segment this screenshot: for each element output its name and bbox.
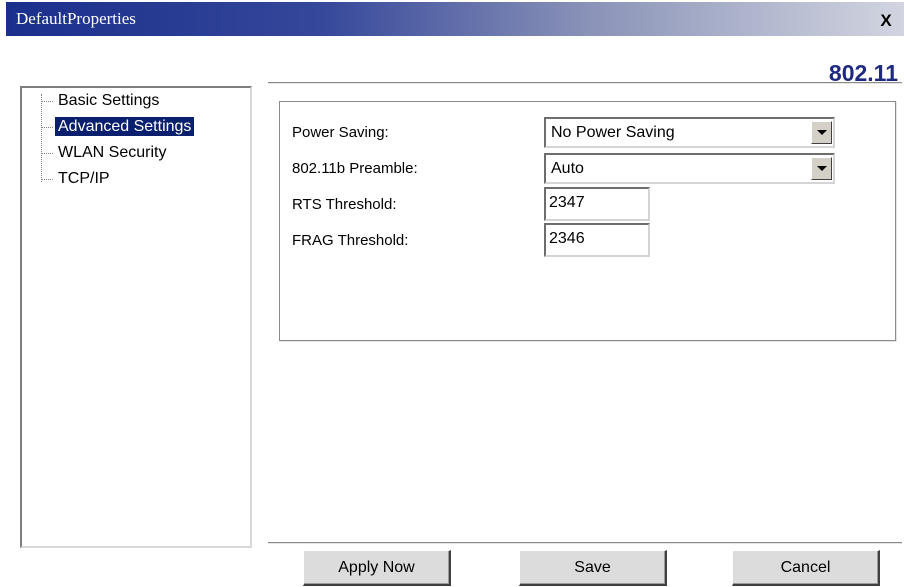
power-saving-label: Power Saving: (292, 124, 389, 141)
preamble-label: 802.11b Preamble: (292, 160, 418, 177)
settings-tree: Basic Settings Advanced Settings WLAN Se… (20, 86, 252, 548)
chevron-down-icon[interactable] (811, 157, 832, 180)
save-button[interactable]: Save (519, 550, 667, 586)
rts-threshold-value: 2347 (549, 194, 585, 211)
apply-now-button[interactable]: Apply Now (303, 550, 451, 586)
preamble-select[interactable]: Auto (544, 153, 835, 184)
power-saving-select[interactable]: No Power Saving (544, 117, 835, 148)
tree-item-label: WLAN Security (58, 144, 167, 161)
footer-divider (268, 542, 902, 544)
properties-window: DefaultProperties X 802.11 Basic Setting… (6, 2, 904, 587)
tree-item-label: TCP/IP (58, 170, 110, 187)
window-title: DefaultProperties (16, 9, 136, 28)
tree-item-basic-settings[interactable]: Basic Settings (41, 90, 162, 112)
header-divider (268, 82, 902, 84)
tree-item-advanced-settings[interactable]: Advanced Settings (41, 116, 195, 138)
tree-item-label: Basic Settings (58, 92, 160, 109)
frag-threshold-input[interactable]: 2346 (544, 223, 650, 257)
rts-threshold-input[interactable]: 2347 (544, 187, 650, 221)
frag-threshold-label: FRAG Threshold: (292, 232, 409, 249)
frag-threshold-value: 2346 (549, 230, 585, 247)
tree-item-wlan-security[interactable]: WLAN Security (41, 142, 169, 164)
rts-threshold-label: RTS Threshold: (292, 196, 397, 213)
tree-item-label: Advanced Settings (55, 117, 195, 136)
advanced-settings-group: Power Saving: No Power Saving 802.11b Pr… (279, 101, 896, 341)
close-button[interactable]: X (876, 11, 896, 31)
preamble-value: Auto (551, 160, 584, 177)
chevron-down-icon[interactable] (811, 121, 832, 144)
tree-item-tcpip[interactable]: TCP/IP (41, 168, 113, 190)
power-saving-value: No Power Saving (551, 124, 675, 141)
title-bar[interactable]: DefaultProperties X (6, 2, 904, 36)
cancel-button[interactable]: Cancel (732, 550, 880, 586)
